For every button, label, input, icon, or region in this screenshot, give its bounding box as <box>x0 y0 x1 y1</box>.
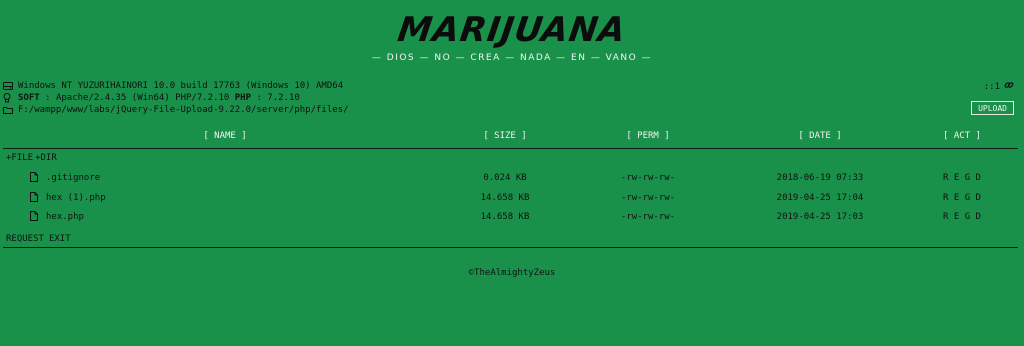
file-actions[interactable]: R E G D <box>943 173 981 183</box>
file-table-header: [ NAME ] [ SIZE ] [ PERM ] [ DATE ] [ AC… <box>0 131 1024 145</box>
file-name-link[interactable]: hex (1).php <box>46 193 106 203</box>
address-info: ::1 <box>984 80 1014 93</box>
bulb-icon <box>3 93 15 103</box>
table-row: hex (1).php 14.658 KB -rw-rw-rw- 2019-04… <box>0 192 1024 209</box>
upload-button[interactable]: UPLOAD <box>971 101 1014 115</box>
column-header-act[interactable]: [ ACT ] <box>943 131 981 141</box>
new-item-links: +FILE +DIR <box>6 153 57 163</box>
file-perm[interactable]: -rw-rw-rw- <box>621 173 675 183</box>
soft-label: SOFT <box>18 93 40 103</box>
column-header-size[interactable]: [ SIZE ] <box>483 131 526 141</box>
address-value: ::1 <box>983 81 1000 92</box>
file-icon <box>30 192 38 205</box>
column-header-perm[interactable]: [ PERM ] <box>626 131 669 141</box>
folder-icon <box>3 106 15 114</box>
column-header-name[interactable]: [ NAME ] <box>203 131 246 141</box>
file-actions[interactable]: R E G D <box>943 193 981 203</box>
current-path-link[interactable]: F:/wampp/www/labs/jQuery-File-Upload-9.2… <box>18 104 349 116</box>
new-file-link[interactable]: +FILE <box>6 153 33 163</box>
header-divider <box>3 148 1018 149</box>
path-info-line: F:/wampp/www/labs/jQuery-File-Upload-9.2… <box>3 104 1021 116</box>
exit-link[interactable]: EXIT <box>49 234 71 244</box>
file-name-link[interactable]: hex.php <box>46 212 84 222</box>
link-icon[interactable] <box>1004 80 1014 93</box>
server-info: Windows NT YUZURIHAINORI 10.0 build 1776… <box>3 80 1021 116</box>
file-date[interactable]: 2019-04-25 17:04 <box>777 193 864 203</box>
drive-icon <box>3 82 15 90</box>
system-info: Windows NT YUZURIHAINORI 10.0 build 1776… <box>18 81 344 91</box>
file-date[interactable]: 2019-04-25 17:03 <box>777 212 864 222</box>
footer-links: REQUEST EXIT <box>6 234 71 244</box>
new-dir-link[interactable]: +DIR <box>35 153 57 163</box>
column-header-date[interactable]: [ DATE ] <box>798 131 841 141</box>
credit-text: ©TheAlmightyZeus <box>468 268 556 278</box>
site-tagline: — DIOS — NO — CREA — NADA — EN — VANO — <box>371 53 653 63</box>
file-icon <box>30 172 38 185</box>
soft-info-line: SOFT : Apache/2.4.35 (Win64) PHP/7.2.10 … <box>3 92 1021 104</box>
request-link[interactable]: REQUEST <box>6 234 44 244</box>
table-row: .gitignore 0.024 KB -rw-rw-rw- 2018-06-1… <box>0 172 1024 189</box>
table-row: hex.php 14.658 KB -rw-rw-rw- 2019-04-25 … <box>0 211 1024 228</box>
site-logo: MARIJUANA <box>395 10 629 50</box>
file-icon <box>30 211 38 224</box>
php-value: : 7.2.10 <box>256 93 300 103</box>
file-size: 14.658 KB <box>480 193 530 203</box>
soft-value: : Apache/2.4.35 (Win64) PHP/7.2.10 <box>45 93 230 103</box>
file-name-link[interactable]: .gitignore <box>46 173 100 183</box>
system-info-line: Windows NT YUZURIHAINORI 10.0 build 1776… <box>3 80 1021 92</box>
file-size: 0.024 KB <box>483 173 527 183</box>
file-actions[interactable]: R E G D <box>943 212 981 222</box>
footer-divider <box>3 247 1018 248</box>
file-perm[interactable]: -rw-rw-rw- <box>621 193 675 203</box>
file-size: 14.658 KB <box>480 212 530 222</box>
php-label: PHP <box>234 93 252 103</box>
file-date[interactable]: 2018-06-19 07:33 <box>777 173 864 183</box>
file-perm[interactable]: -rw-rw-rw- <box>621 212 675 222</box>
